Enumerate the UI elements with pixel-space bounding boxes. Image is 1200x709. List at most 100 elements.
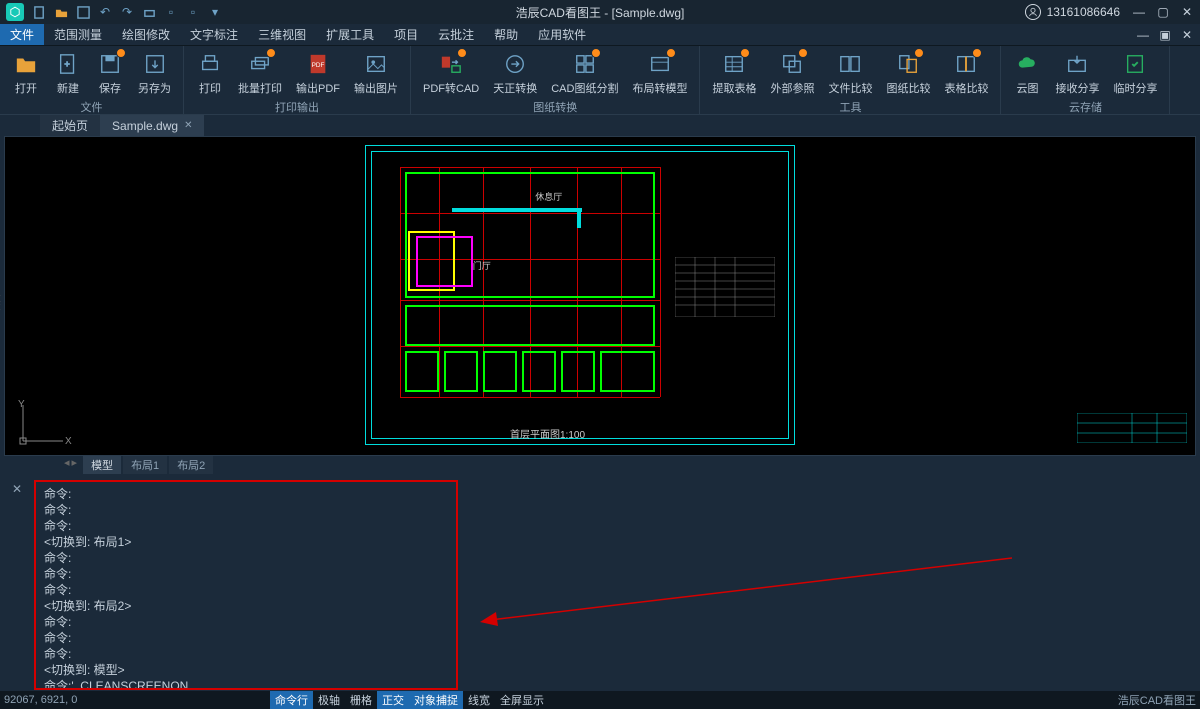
svg-text:PDF: PDF: [312, 62, 325, 69]
command-close-icon[interactable]: ✕: [12, 482, 26, 496]
dwg-compare-icon: [894, 50, 922, 78]
ribbon-label: 表格比较: [944, 80, 988, 96]
layout-tab-1[interactable]: 布局1: [123, 456, 167, 474]
export-pdf-button[interactable]: PDF 输出PDF: [292, 48, 344, 98]
doc-restore-button[interactable]: ▣: [1158, 28, 1172, 42]
save-button[interactable]: 保存: [92, 48, 128, 98]
annotation-arrow: [472, 538, 1012, 658]
temp-icon: [1121, 50, 1149, 78]
tab-start-page[interactable]: 起始页: [40, 115, 100, 136]
close-button[interactable]: ✕: [1180, 5, 1194, 19]
plan-title: 首层平面图1:100: [510, 426, 585, 441]
extract-table-button[interactable]: 提取表格: [708, 48, 760, 98]
menu-draw[interactable]: 绘图修改: [112, 24, 180, 45]
temp-share-button[interactable]: 临时分享: [1109, 48, 1161, 98]
status-极轴-button[interactable]: 极轴: [313, 691, 345, 709]
command-line: 命令:: [44, 630, 448, 646]
status-全屏显示-button[interactable]: 全屏显示: [495, 691, 549, 709]
menu-help[interactable]: 帮助: [484, 24, 528, 45]
status-对象捕捉-button[interactable]: 对象捕捉: [409, 691, 463, 709]
menu-annotate[interactable]: 文字标注: [180, 24, 248, 45]
command-line: 命令:: [44, 518, 448, 534]
layout-tab-model[interactable]: 模型: [83, 456, 121, 474]
layout-prev-icon[interactable]: ◂: [64, 456, 70, 474]
layout-tab-2[interactable]: 布局2: [169, 456, 213, 474]
saveas-button[interactable]: 另存为: [134, 48, 175, 98]
ribbon-label: 输出PDF: [296, 80, 340, 96]
tz-convert-button[interactable]: 天正转换: [489, 48, 541, 98]
compare-icon: [836, 50, 864, 78]
status-线宽-button[interactable]: 线宽: [463, 691, 495, 709]
tbl-compare-icon: [952, 50, 980, 78]
menu-3dview[interactable]: 三维视图: [248, 24, 316, 45]
menu-tools[interactable]: 扩展工具: [316, 24, 384, 45]
new-button[interactable]: 新建: [50, 48, 86, 98]
print-button[interactable]: 打印: [192, 48, 228, 98]
export-image-button[interactable]: 输出图片: [350, 48, 402, 98]
qat-dropdown-icon[interactable]: ▾: [208, 5, 222, 19]
share-button[interactable]: 接收分享: [1051, 48, 1103, 98]
command-line: 命令:: [44, 582, 448, 598]
batch-print-button[interactable]: 批量打印: [234, 48, 286, 98]
xref-button[interactable]: 外部参照: [766, 48, 818, 98]
ribbon-label: 文件比较: [828, 80, 872, 96]
doc-minimize-button[interactable]: —: [1136, 28, 1150, 42]
command-history[interactable]: 命令:命令:命令:<切换到: 布局1>命令:命令:命令:<切换到: 布局2>命令…: [34, 480, 458, 690]
menu-project[interactable]: 项目: [384, 24, 428, 45]
ribbon-group-0: 打开新建保存另存为文件: [0, 46, 184, 114]
user-account[interactable]: 13161086646: [1025, 4, 1120, 20]
dwg-compare-button[interactable]: 图纸比较: [882, 48, 934, 98]
maximize-button[interactable]: ▢: [1156, 5, 1170, 19]
layout-model-icon: [646, 50, 674, 78]
status-命令行-button[interactable]: 命令行: [270, 691, 313, 709]
user-avatar-icon: [1025, 4, 1041, 20]
split-button[interactable]: CAD图纸分割: [547, 48, 622, 98]
qat-undo-icon[interactable]: ↶: [98, 5, 112, 19]
image-icon: [362, 50, 390, 78]
status-栅格-button[interactable]: 栅格: [345, 691, 377, 709]
convert-icon: [501, 50, 529, 78]
qat-more1-icon[interactable]: ▫: [164, 5, 178, 19]
side-panel-label[interactable]: 项目: [0, 294, 3, 314]
tab-close-icon[interactable]: ✕: [184, 120, 192, 131]
qat-new-icon[interactable]: [32, 5, 46, 19]
share-icon: [1063, 50, 1091, 78]
ribbon-label: 布局转模型: [632, 80, 687, 96]
room-label-rest: 休息厅: [535, 190, 562, 203]
layout2model-button[interactable]: 布局转模型: [628, 48, 691, 98]
ribbon-group-1: 打印批量打印PDF输出PDF输出图片打印输出: [184, 46, 411, 114]
layout-next-icon[interactable]: ▸: [72, 456, 78, 474]
pdf-icon: PDF: [304, 50, 332, 78]
document-tabs: 起始页 Sample.dwg✕: [0, 114, 1200, 136]
menu-file[interactable]: 文件: [0, 24, 44, 45]
qat-redo-icon[interactable]: ↷: [120, 5, 134, 19]
ribbon-label: 另存为: [138, 80, 171, 96]
cloud-icon: [1013, 50, 1041, 78]
menu-apps[interactable]: 应用软件: [528, 24, 596, 45]
xref-icon: [778, 50, 806, 78]
folder-icon: [12, 50, 40, 78]
ucs-icon: X Y: [13, 399, 73, 449]
qat-more2-icon[interactable]: ▫: [186, 5, 200, 19]
qat-open-icon[interactable]: [54, 5, 68, 19]
open-button[interactable]: 打开: [8, 48, 44, 98]
menu-measure[interactable]: 范围测量: [44, 24, 112, 45]
vip-badge[interactable]: VIP: [1170, 46, 1200, 114]
qat-print-icon[interactable]: [142, 5, 156, 19]
menu-cloud-annotate[interactable]: 云批注: [428, 24, 484, 45]
table-compare-button[interactable]: 表格比较: [940, 48, 992, 98]
command-line: 命令:: [44, 502, 448, 518]
status-正交-button[interactable]: 正交: [377, 691, 409, 709]
command-line: <切换到: 布局2>: [44, 598, 448, 614]
file-compare-button[interactable]: 文件比较: [824, 48, 876, 98]
tab-sample-dwg[interactable]: Sample.dwg✕: [100, 115, 204, 136]
minimize-button[interactable]: —: [1132, 5, 1146, 19]
ribbon-label: 云图: [1016, 80, 1038, 96]
doc-close-button[interactable]: ✕: [1180, 28, 1194, 42]
pdf2cad-button[interactable]: PDF转CAD: [419, 48, 483, 98]
cloud-button[interactable]: 云图: [1009, 48, 1045, 98]
qat-save-icon[interactable]: [76, 5, 90, 19]
ribbon-label: 临时分享: [1113, 80, 1157, 96]
drawing-canvas[interactable]: 项目 休息厅 门厅: [4, 136, 1196, 456]
ribbon-group-4: 云图接收分享临时分享云存储: [1001, 46, 1170, 114]
